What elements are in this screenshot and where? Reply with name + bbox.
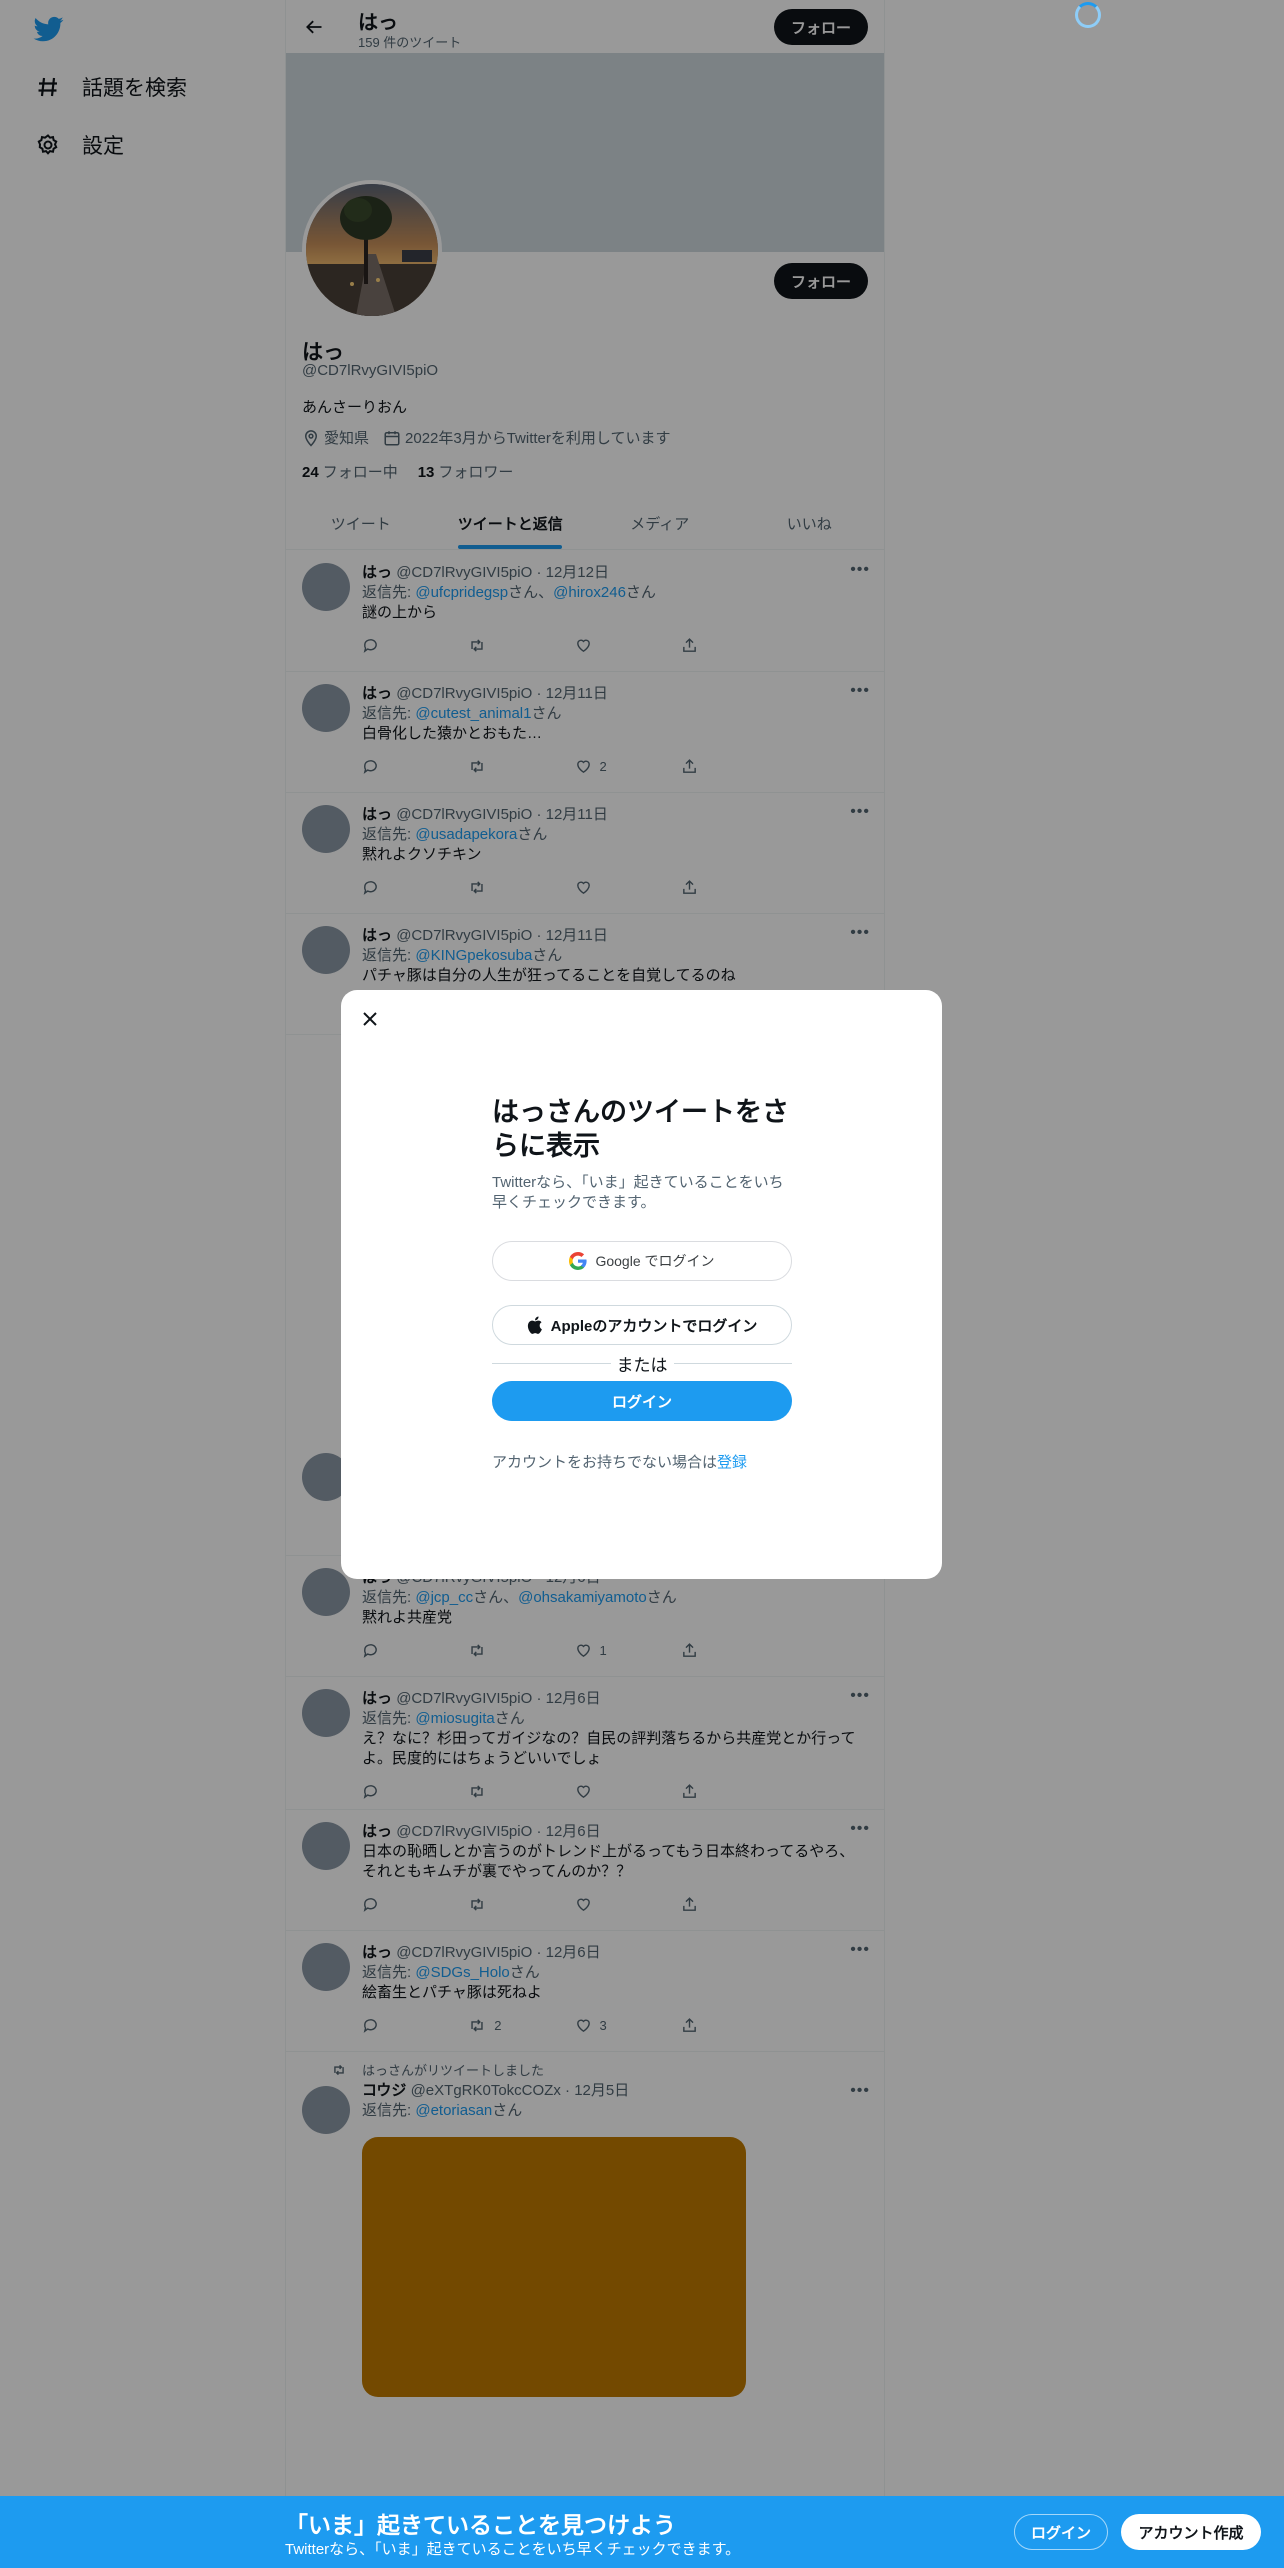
signup-prefix: アカウントをお持ちでない場合は: [492, 1454, 718, 1471]
close-icon[interactable]: [353, 1002, 387, 1036]
bottom-bar-subtitle: Twitterなら、「いま」起きていることをいち早くチェックできます。: [285, 2541, 741, 2558]
modal-content: はっさんのツイートをさらに表示 Twitterなら、「いま」起きていることをいち…: [492, 1095, 792, 1472]
apple-login-label: Appleのアカウントでログイン: [550, 1317, 758, 1335]
apple-login-button[interactable]: Appleのアカウントでログイン: [492, 1305, 792, 1345]
bottom-login-button[interactable]: ログイン: [1014, 2514, 1108, 2550]
signup-link[interactable]: 登録: [717, 1454, 747, 1471]
google-login-button[interactable]: Google でログイン: [492, 1241, 792, 1281]
modal-subtitle: Twitterなら、「いま」起きていることをいち早くチェックできます。: [492, 1174, 784, 1211]
google-icon: [569, 1252, 588, 1270]
loading-spinner-icon: [1075, 2, 1101, 28]
modal-title: はっさんのツイートをさらに表示: [492, 1097, 789, 1161]
bottom-signup-button[interactable]: アカウント作成: [1121, 2514, 1261, 2550]
signup-line: アカウントをお持ちでない場合は登録: [492, 1451, 792, 1472]
or-label: または: [616, 1355, 668, 1375]
bottom-bar-title: 「いま」起きていることを見つけよう: [285, 2512, 676, 2538]
google-login-label: Google でログイン: [595, 1253, 715, 1269]
login-modal: はっさんのツイートをさらに表示 Twitterなら、「いま」起きていることをいち…: [341, 990, 942, 1579]
or-divider: または: [492, 1351, 792, 1375]
apple-icon: [527, 1316, 542, 1334]
bottom-signup-bar: 「いま」起きていることを見つけよう Twitterなら、「いま」起きていることを…: [0, 2496, 1284, 2568]
login-button[interactable]: ログイン: [492, 1381, 792, 1421]
